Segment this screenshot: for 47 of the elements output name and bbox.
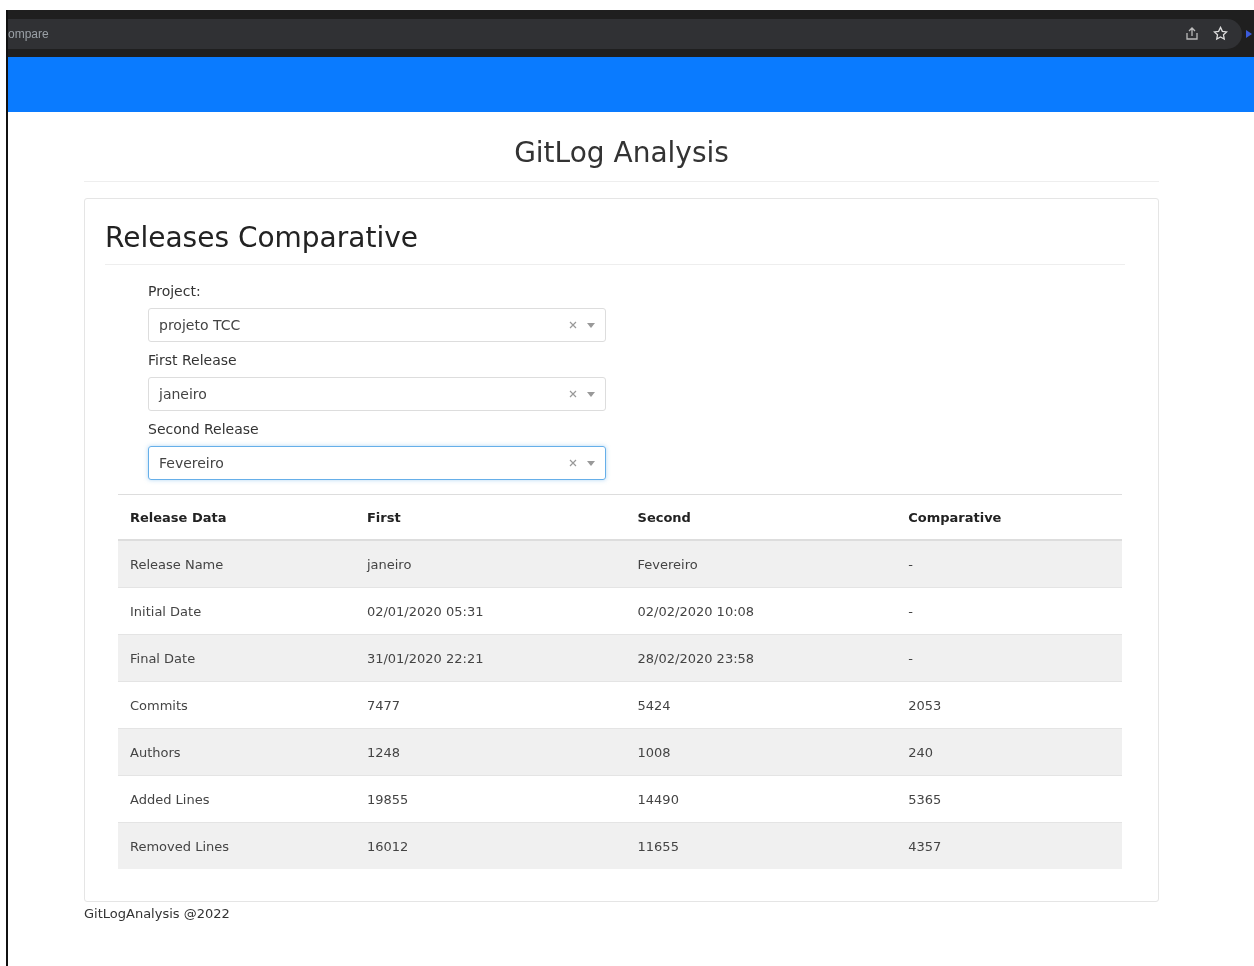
table-cell: 02/01/2020 05:31 — [354, 587, 626, 635]
card-title: Releases Comparative — [105, 221, 418, 254]
star-icon[interactable] — [1213, 26, 1228, 41]
field-label: Second Release — [148, 420, 259, 439]
select-field[interactable]: Fevereiro — [148, 446, 606, 480]
table-cell: 4357 — [896, 822, 1122, 869]
table-cell: 28/02/2020 23:58 — [625, 634, 897, 682]
table-cell: 1008 — [625, 728, 897, 776]
field-label: Project: — [148, 282, 201, 301]
page-title: GitLog Analysis — [514, 136, 729, 169]
table-cell: Removed Lines — [118, 822, 355, 869]
clear-icon[interactable] — [569, 321, 577, 329]
table-cell: 5424 — [625, 681, 897, 729]
select-field[interactable]: projeto TCC — [148, 308, 606, 342]
table-cell: 02/02/2020 10:08 — [625, 587, 897, 635]
footer-text: GitLogAnalysis @2022 — [84, 905, 230, 921]
table-cell: 16012 — [354, 822, 626, 869]
table-cell: 1248 — [354, 728, 626, 776]
caret-icon[interactable] — [587, 322, 595, 328]
address-bar[interactable]: ompare — [8, 18, 1242, 49]
table-cell: 14490 — [625, 775, 897, 823]
table-cell: - — [896, 540, 1122, 588]
share-icon[interactable] — [1185, 26, 1199, 41]
field-label: First Release — [148, 351, 237, 370]
table-cell: 19855 — [354, 775, 626, 823]
select-field[interactable]: janeiro — [148, 377, 606, 411]
table-cell: Final Date — [118, 634, 355, 682]
table-cell: janeiro — [354, 540, 626, 588]
clear-icon[interactable] — [569, 390, 577, 398]
table-cell: - — [896, 634, 1122, 682]
table-cell: Initial Date — [118, 587, 355, 635]
caret-icon[interactable] — [587, 460, 595, 466]
address-text: ompare — [8, 26, 49, 41]
table-cell: 240 — [896, 728, 1122, 776]
table-cell: Release Name — [118, 540, 355, 588]
table-cell: Commits — [118, 681, 355, 729]
clear-icon[interactable] — [569, 459, 577, 467]
table-cell: - — [896, 587, 1122, 635]
table-cell: Added Lines — [118, 775, 355, 823]
table-cell: 7477 — [354, 681, 626, 729]
table-cell: Authors — [118, 728, 355, 776]
table-cell: 2053 — [896, 681, 1122, 729]
table-cell: Fevereiro — [625, 540, 897, 588]
table-cell: 11655 — [625, 822, 897, 869]
table-cell: 31/01/2020 22:21 — [354, 634, 626, 682]
caret-icon[interactable] — [587, 391, 595, 397]
table-cell: 5365 — [896, 775, 1122, 823]
